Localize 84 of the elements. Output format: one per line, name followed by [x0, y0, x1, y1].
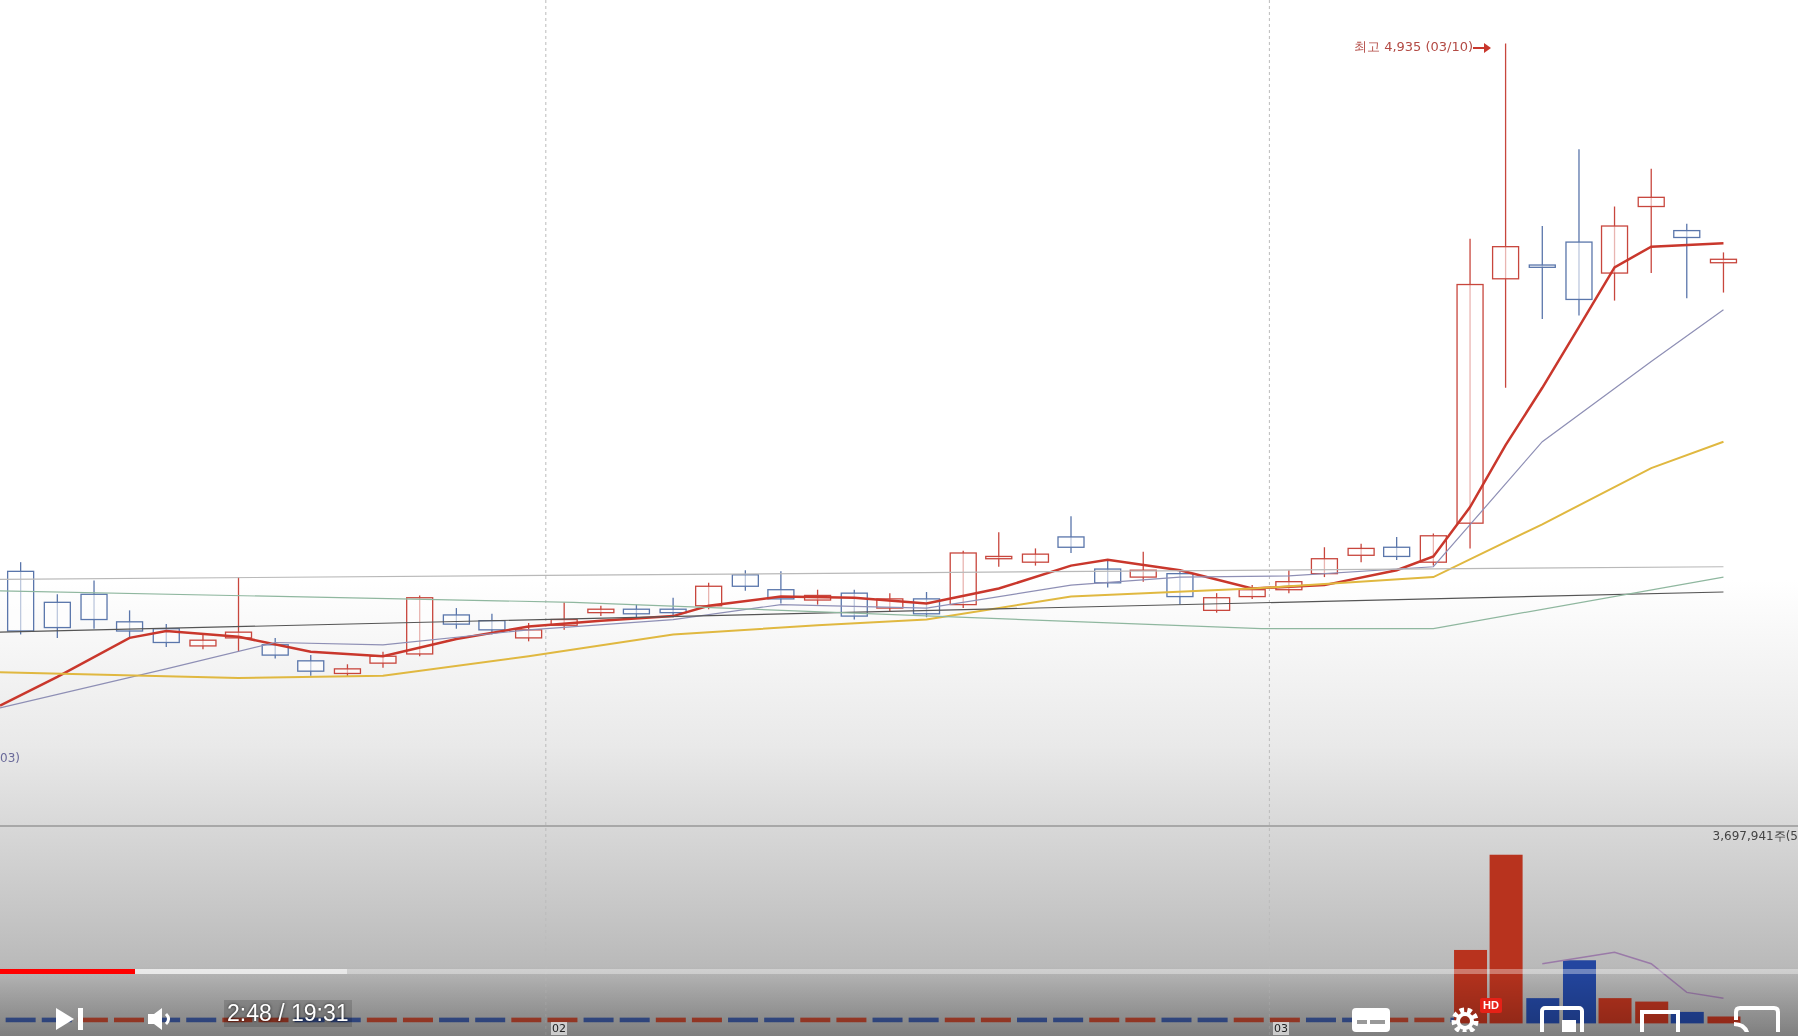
volume-bar	[764, 1017, 795, 1023]
candlestick	[1275, 569, 1303, 594]
candlestick	[1347, 543, 1375, 563]
subtitles-icon[interactable]	[1350, 1006, 1392, 1032]
volume-bar	[944, 1017, 975, 1023]
volume-bar	[908, 1017, 939, 1023]
candlestick	[803, 589, 832, 606]
candlestick	[1203, 592, 1231, 614]
candlestick	[369, 651, 397, 669]
candlestick	[43, 593, 71, 639]
volume-bar	[980, 1017, 1011, 1023]
candlestick	[333, 663, 362, 678]
candlestick	[1419, 532, 1447, 567]
candlestick	[1094, 560, 1122, 589]
volume-bar	[1197, 1017, 1228, 1023]
candlestick	[731, 569, 759, 592]
miniplayer-icon[interactable]	[1540, 1006, 1584, 1032]
candlestick	[695, 582, 723, 610]
volume-bar	[800, 1017, 831, 1023]
candlestick	[1383, 536, 1411, 561]
volume-bar	[186, 1017, 217, 1023]
volume-bar	[583, 1017, 614, 1023]
volume-bar	[655, 1017, 686, 1023]
volume-bar	[475, 1017, 506, 1023]
volume-bar	[5, 1017, 36, 1023]
progress-bar[interactable]	[0, 969, 1798, 974]
volume-label: 3,697,941주(5	[1712, 828, 1798, 845]
candlestick	[1238, 584, 1266, 600]
candlestick	[80, 579, 108, 630]
volume-bar	[1161, 1017, 1192, 1023]
candlestick	[152, 623, 180, 648]
candlestick	[622, 603, 651, 618]
candlestick	[949, 550, 977, 609]
candlestick	[1129, 551, 1157, 583]
volume-bar	[1306, 1017, 1336, 1023]
candlestick	[261, 637, 289, 660]
candlestick	[115, 609, 144, 639]
candlestick	[659, 597, 687, 618]
volume-bar	[366, 1017, 397, 1023]
volume-bar	[439, 1017, 470, 1023]
arrow-icon	[1472, 41, 1492, 55]
hd-badge: HD	[1480, 998, 1502, 1013]
volume-bar	[1563, 960, 1596, 1024]
volume-bar	[836, 1017, 867, 1023]
settings-icon[interactable]	[1450, 1006, 1480, 1032]
high-price-label: 최고 4,935 (03/10)	[1354, 38, 1474, 56]
volume-bar	[872, 1017, 903, 1023]
candlestick	[1709, 251, 1738, 294]
volume-bar	[114, 1017, 144, 1023]
candlestick	[297, 654, 325, 677]
volume-bar	[1017, 1017, 1047, 1023]
volume-bar	[1089, 1017, 1120, 1023]
volume-bar	[619, 1017, 650, 1023]
candlestick	[876, 592, 904, 613]
candlestick	[1057, 515, 1085, 554]
volume-bar	[1125, 1017, 1156, 1023]
volume-bar	[402, 1017, 433, 1023]
axis-label: 03	[1273, 1022, 1289, 1035]
candlestick	[767, 570, 795, 605]
candlestick	[1166, 568, 1194, 606]
next-icon[interactable]	[54, 1006, 86, 1032]
volume-bar	[547, 1017, 578, 1023]
volume-bar	[511, 1017, 542, 1023]
date-label: 03)	[0, 751, 20, 765]
volume-bar	[1598, 998, 1632, 1024]
candlestick	[406, 594, 434, 657]
candlestick	[912, 591, 941, 618]
volume-bar	[1233, 1017, 1264, 1023]
volume-bar	[728, 1017, 759, 1023]
volume-bar	[1414, 1017, 1445, 1023]
volume-bar	[1269, 1017, 1300, 1023]
axis-label: 02	[551, 1022, 567, 1035]
volume-bar	[1707, 1016, 1741, 1024]
candlestick	[587, 605, 615, 617]
volume-bar	[1053, 1017, 1084, 1023]
candlestick	[550, 601, 578, 631]
volume-bar	[691, 1017, 722, 1023]
candlestick	[840, 589, 868, 621]
candlestick	[514, 622, 543, 642]
candlestick	[442, 607, 471, 630]
candlestick	[189, 633, 217, 650]
candlestick	[985, 531, 1013, 568]
candlestick	[1021, 547, 1050, 567]
candlestick	[1310, 546, 1339, 578]
